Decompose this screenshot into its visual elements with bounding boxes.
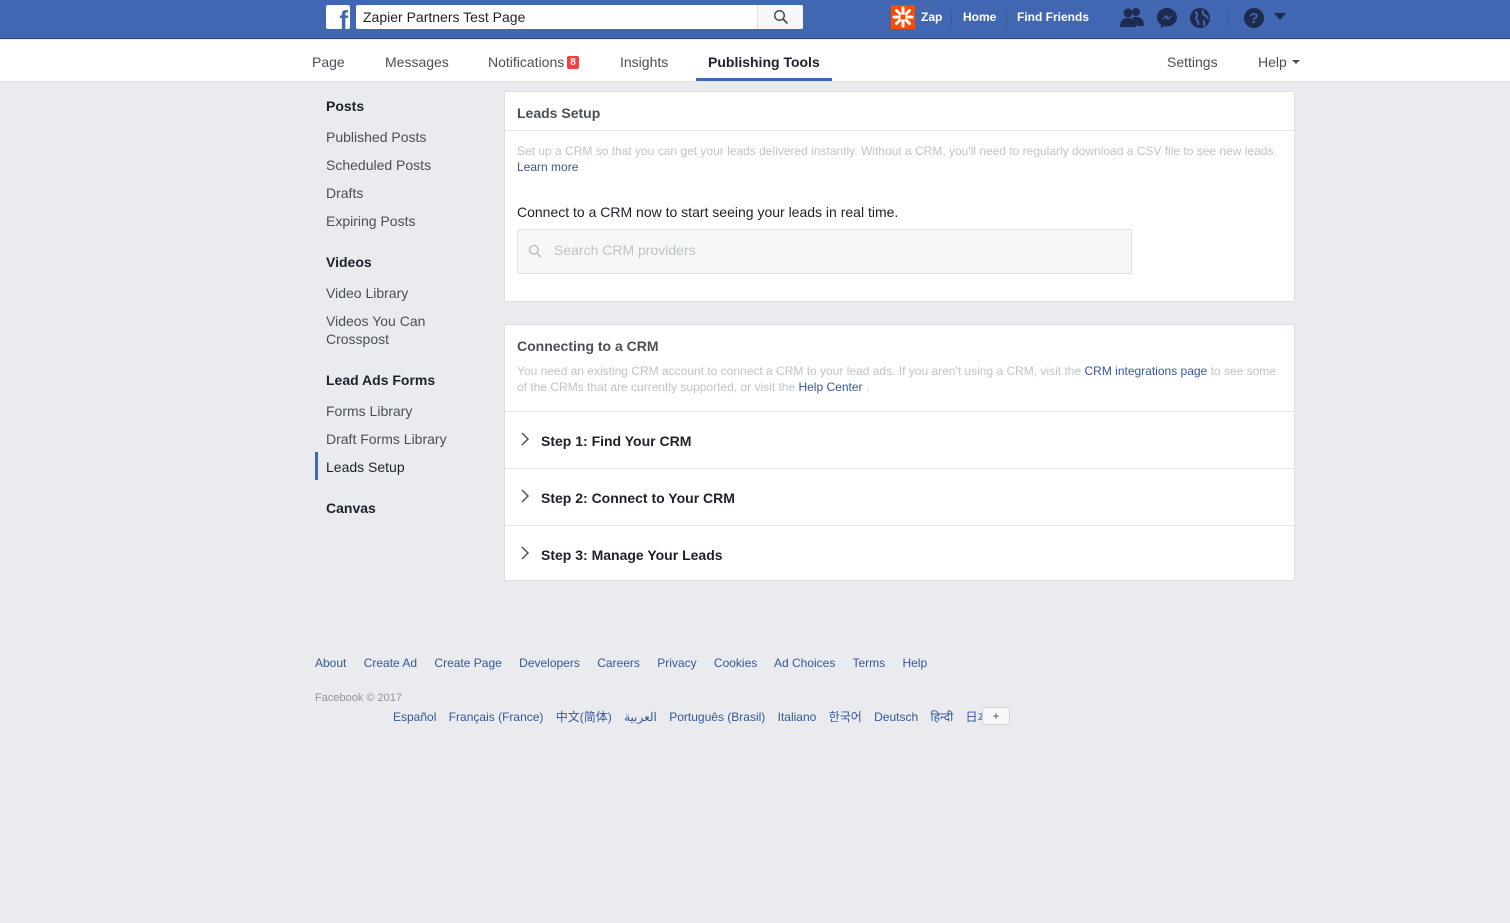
language-links: Español Français (France) 中文(简体) العربية… [393,708,1011,725]
search-icon [773,9,789,25]
step-2-row[interactable]: Step 2: Connect to Your CRM [505,469,1294,526]
svg-text:?: ? [1249,10,1258,27]
language-link[interactable]: 中文(简体) [556,710,612,724]
active-tab-indicator [696,78,832,81]
card-divider [505,130,1294,131]
page-tabs-bar: Page Messages Notifications 8 Insights Pu… [0,40,1510,82]
home-link[interactable]: Home [963,10,996,24]
language-link[interactable]: Español [393,710,436,724]
crm-provider-search [517,229,1132,274]
find-friends-link[interactable]: Find Friends [1017,10,1089,24]
footer-link-cookies[interactable]: Cookies [714,656,757,670]
tab-notifications[interactable]: Notifications 8 [488,54,579,70]
language-link[interactable]: 한국어 [829,710,862,724]
connecting-crm-card: Connecting to a CRM You need an existing… [504,324,1295,581]
help-question-icon[interactable]: ? [1243,7,1267,29]
connecting-desc-part1: You need an existing CRM account to conn… [517,364,1082,378]
tab-help[interactable]: Help [1258,54,1300,70]
language-link[interactable]: Português (Brasil) [669,710,765,724]
tab-help-label: Help [1258,54,1287,70]
leads-setup-title: Leads Setup [517,105,601,121]
language-link[interactable]: Italiano [778,710,817,724]
step-3-label: Step 3: Manage Your Leads [541,547,723,563]
facebook-logo-icon[interactable]: f [326,5,350,29]
footer-link-privacy[interactable]: Privacy [657,656,696,670]
footer-link-about[interactable]: About [315,656,346,670]
footer-link-careers[interactable]: Careers [597,656,640,670]
footer-link-terms[interactable]: Terms [852,656,885,670]
footer-link-developers[interactable]: Developers [519,656,580,670]
messenger-icon[interactable] [1156,7,1178,29]
tab-messages[interactable]: Messages [385,54,449,70]
search-input[interactable] [356,5,756,29]
crm-integrations-link[interactable]: CRM integrations page [1084,364,1207,378]
search-button[interactable] [757,5,803,29]
crm-search-input[interactable] [554,242,1114,258]
tab-publishing-tools[interactable]: Publishing Tools [708,54,820,70]
tab-notifications-label: Notifications [488,54,565,70]
connect-crm-prompt: Connect to a CRM now to start seeing you… [517,204,899,220]
nav-divider [951,11,952,27]
language-link[interactable]: हिन्दी [931,710,954,724]
top-navigation-bar: f Zap Home Find Friends [0,0,1510,39]
help-center-link[interactable]: Help Center [798,380,862,394]
profile-name-link[interactable]: Zap [921,10,942,24]
step-1-row[interactable]: Step 1: Find Your CRM [505,412,1294,469]
leads-setup-card: Leads Setup Set up a CRM so that you can… [504,91,1295,302]
leads-setup-description-text: Set up a CRM so that you can get your le… [517,144,1277,158]
sidebar-item-leads-setup[interactable]: Leads Setup [326,458,476,476]
zapier-logo-icon [892,6,914,28]
friend-requests-icon[interactable] [1119,7,1145,29]
profile-avatar[interactable] [891,5,915,29]
sidebar-heading-posts: Posts [326,98,365,114]
footer-link-help[interactable]: Help [902,656,927,670]
step-2-label: Step 2: Connect to Your CRM [541,490,735,506]
nav-divider [1227,11,1228,27]
language-link[interactable]: العربية [624,710,657,724]
chevron-right-icon [521,432,529,446]
more-languages-button[interactable]: + [982,707,1010,725]
connecting-crm-title: Connecting to a CRM [517,338,659,354]
language-link[interactable]: Français (France) [449,710,544,724]
sidebar-item-draft-forms-library[interactable]: Draft Forms Library [326,430,476,448]
global-search [356,5,803,29]
sidebar-item-scheduled-posts[interactable]: Scheduled Posts [326,156,476,174]
sidebar-item-published-posts[interactable]: Published Posts [326,128,476,146]
tab-insights[interactable]: Insights [620,54,668,70]
chevron-right-icon [521,546,529,560]
search-icon [528,244,542,258]
sidebar-item-expiring-posts[interactable]: Expiring Posts [326,212,476,230]
sidebar-item-video-library[interactable]: Video Library [326,284,476,302]
sidebar-active-indicator [315,452,318,480]
connecting-crm-description: You need an existing CRM account to conn… [517,363,1287,395]
sidebar-heading-lead-ads-forms: Lead Ads Forms [326,372,436,388]
sidebar-item-forms-library[interactable]: Forms Library [326,402,476,420]
step-3-row[interactable]: Step 3: Manage Your Leads [505,526,1294,583]
tab-page[interactable]: Page [312,54,345,70]
caret-down-icon [1291,60,1300,64]
sidebar-heading-canvas[interactable]: Canvas [326,500,376,516]
notification-count-badge: 8 [567,56,579,69]
sidebar-heading-videos: Videos [326,254,372,270]
chevron-right-icon [521,489,529,503]
sidebar-item-drafts[interactable]: Drafts [326,184,476,202]
account-menu-chevron-icon[interactable] [1274,13,1286,21]
step-1-label: Step 1: Find Your CRM [541,433,692,449]
nav-divider [1006,11,1007,27]
copyright-text: Facebook © 2017 [315,692,402,704]
notifications-globe-icon[interactable] [1189,7,1211,29]
footer-link-ad-choices[interactable]: Ad Choices [774,656,835,670]
connecting-desc-part3: . [865,380,870,394]
sidebar-item-videos-crosspost[interactable]: Videos You Can Crosspost [326,312,446,348]
tab-settings[interactable]: Settings [1167,54,1218,70]
leads-setup-description: Set up a CRM so that you can get your le… [517,143,1282,175]
language-link[interactable]: Deutsch [874,710,918,724]
footer-link-create-page[interactable]: Create Page [434,656,501,670]
learn-more-link[interactable]: Learn more [517,159,1282,175]
footer-links: About Create Ad Create Page Developers C… [315,656,941,670]
footer-link-create-ad[interactable]: Create Ad [364,656,417,670]
